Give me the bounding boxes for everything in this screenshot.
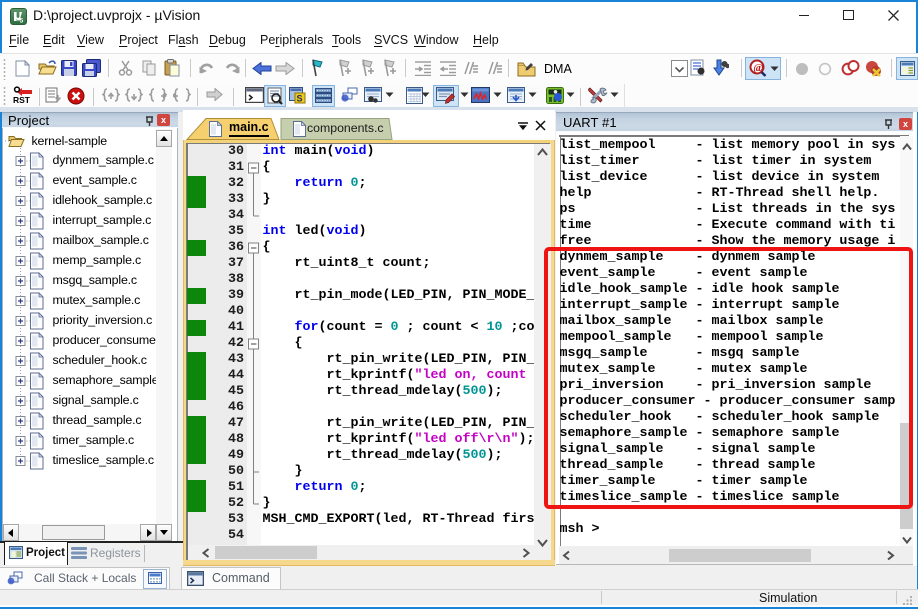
svg-text:S: S [297,94,303,104]
svg-text:5: 5 [20,17,24,24]
svg-text:RST: RST [13,95,31,105]
